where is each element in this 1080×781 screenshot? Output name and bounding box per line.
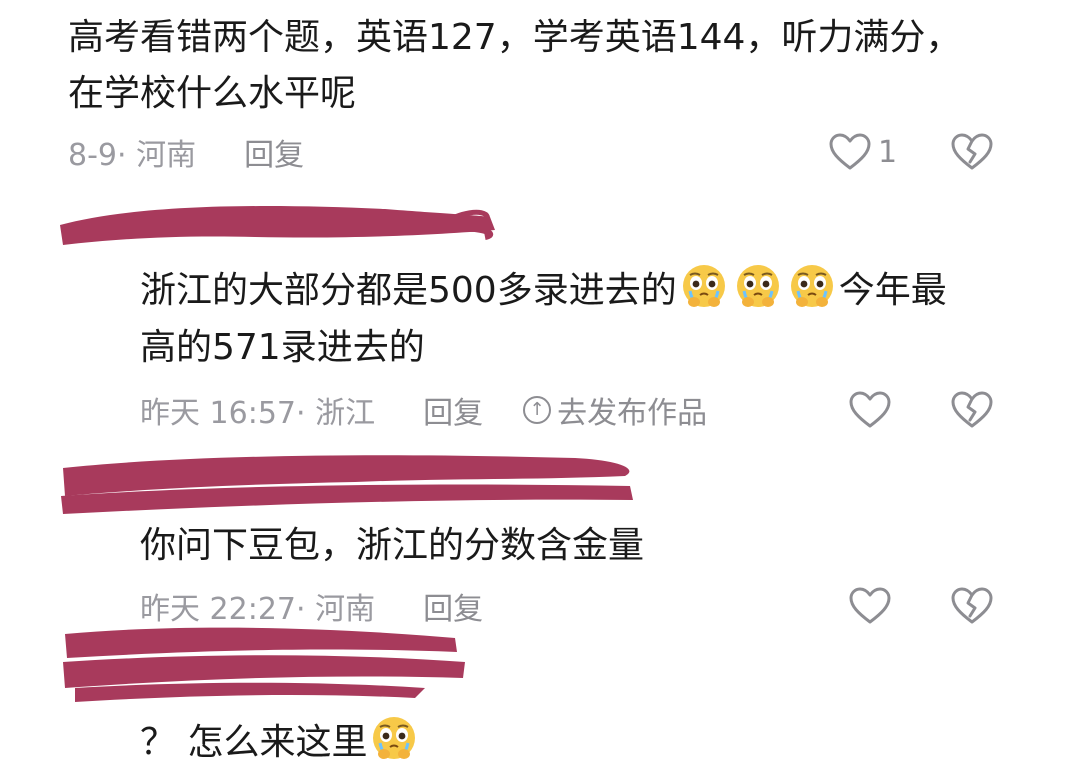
comment-2-meta: 昨天 16:57· 浙江 回复 ↑ 去发布作品	[140, 388, 707, 432]
comment-4-text: ？ 怎么来这里	[140, 714, 421, 771]
reply-button[interactable]: 回复	[244, 130, 304, 174]
dislike-button[interactable]	[950, 586, 994, 626]
comment-2-time-location: 昨天 16:57· 浙江	[140, 396, 376, 431]
comment-2-text-line2: 高的571录进去的	[140, 327, 425, 368]
comment-2-text-part1: 浙江的大部分都是500多录进去的	[140, 270, 677, 311]
reply-button[interactable]: 回复	[423, 388, 483, 432]
like-button[interactable]	[848, 390, 892, 430]
crying-emoji-icon	[788, 262, 836, 310]
comment-1-meta: 8-9· 河南 回复	[68, 130, 344, 174]
heart-outline-icon	[848, 390, 892, 430]
crying-emoji-icon	[680, 262, 728, 310]
like-count: 1	[878, 134, 898, 170]
redaction-scribble	[63, 627, 465, 702]
crying-emoji-icon	[734, 262, 782, 310]
comment-2-text-line1: 浙江的大部分都是500多录进去的 今年最	[140, 262, 947, 319]
dislike-button[interactable]	[950, 132, 994, 172]
like-button[interactable]	[848, 586, 892, 626]
heart-outline-icon	[828, 132, 872, 172]
post-work-button[interactable]: ↑ 去发布作品	[523, 388, 707, 432]
comment-2-text-part2: 今年最	[838, 270, 947, 311]
comment-1-time-location: 8-9· 河南	[68, 138, 197, 173]
broken-heart-icon	[950, 132, 994, 172]
dislike-button[interactable]	[950, 390, 994, 430]
redaction-scribble	[60, 206, 495, 245]
crying-emoji-icon	[370, 714, 418, 762]
post-work-label: 去发布作品	[557, 396, 708, 431]
comment-3-text: 你问下豆包，浙江的分数含金量	[140, 525, 645, 566]
broken-heart-icon	[950, 586, 994, 626]
comment-1-text-line2: 在学校什么水平呢	[68, 73, 357, 114]
comment-1-text-line1: 高考看错两个题，英语127，学考英语144，听力满分，	[68, 17, 962, 58]
heart-outline-icon	[848, 586, 892, 626]
like-button[interactable]: 1	[828, 132, 897, 172]
comment-3-meta: 昨天 22:27· 河南 回复	[140, 586, 523, 627]
upload-arrow-circle-icon: ↑	[523, 396, 552, 424]
broken-heart-icon	[950, 390, 994, 430]
redaction-scribble	[61, 455, 633, 514]
comment-4-text-body: ？ 怎么来这里	[140, 722, 368, 763]
